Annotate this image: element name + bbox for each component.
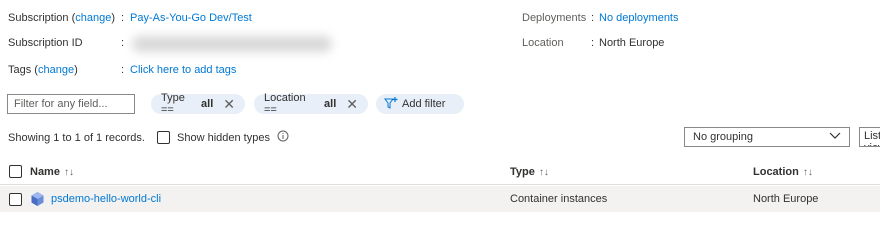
close-icon[interactable]: ✕ — [346, 97, 358, 111]
tags-label: Tags — [8, 64, 32, 76]
location-colon: : — [591, 37, 595, 49]
type-filter-prefix: Type == — [161, 92, 185, 116]
subscription-value-link[interactable]: Pay-As-You-Go Dev/Test — [130, 12, 252, 24]
container-instance-icon — [30, 191, 45, 210]
column-header-type-label: Type — [510, 166, 535, 178]
show-hidden-checkbox[interactable] — [157, 131, 170, 144]
tags-change-link[interactable]: change — [38, 64, 74, 76]
info-icon[interactable] — [277, 130, 289, 145]
deployments-link[interactable]: No deployments — [599, 12, 679, 24]
subscription-change-link[interactable]: change — [75, 12, 111, 24]
subscription-id-label: Subscription ID — [8, 37, 83, 49]
row-checkbox[interactable] — [9, 193, 22, 206]
subscription-colon: : — [121, 12, 125, 24]
add-filter-icon — [384, 96, 398, 112]
add-filter-button[interactable]: Add filter — [376, 94, 464, 114]
column-header-name-label: Name — [30, 166, 60, 178]
add-filter-label: Add filter — [402, 98, 446, 110]
location-label: Location — [522, 37, 564, 49]
location-filter-value: all — [324, 98, 337, 110]
add-tags-link[interactable]: Click here to add tags — [130, 64, 236, 76]
deployments-colon: : — [591, 12, 595, 24]
location-filter-pill[interactable]: Location == all ✕ — [254, 92, 368, 116]
view-button[interactable]: List view — [859, 127, 880, 147]
subscription-label: Subscription — [8, 12, 69, 24]
deployments-label: Deployments — [522, 12, 587, 24]
column-header-name[interactable]: Name ↑↓ — [30, 166, 74, 178]
column-header-type[interactable]: Type ↑↓ — [510, 166, 549, 178]
grouping-value: No grouping — [693, 131, 753, 143]
subscription-id-colon: : — [121, 37, 125, 49]
close-icon[interactable]: ✕ — [223, 97, 235, 111]
resource-type-cell: Container instances — [510, 193, 608, 205]
show-hidden-label: Show hidden types — [177, 132, 270, 144]
tags-colon: : — [121, 64, 125, 76]
filter-input[interactable] — [7, 94, 135, 114]
tags-row: Tags (change) — [8, 64, 78, 76]
location-filter-prefix: Location == — [264, 92, 306, 116]
sort-icon: ↑↓ — [538, 167, 549, 178]
resource-name-link[interactable]: psdemo-hello-world-cli — [51, 193, 161, 205]
location-value: North Europe — [599, 37, 665, 49]
resource-location-cell: North Europe — [753, 193, 819, 205]
grouping-select[interactable]: No grouping — [684, 127, 850, 147]
sort-icon: ↑↓ — [63, 167, 74, 178]
records-summary: Showing 1 to 1 of 1 records. — [8, 132, 145, 144]
column-header-location[interactable]: Location ↑↓ — [753, 166, 813, 178]
chevron-down-icon — [829, 131, 841, 143]
select-all-checkbox[interactable] — [9, 165, 22, 178]
sort-icon: ↑↓ — [802, 167, 813, 178]
type-filter-pill[interactable]: Type == all ✕ — [151, 92, 245, 116]
subscription-row: Subscription (change) — [8, 12, 116, 24]
table-header — [0, 160, 880, 185]
subscription-id-redacted — [132, 36, 332, 52]
type-filter-value: all — [201, 98, 214, 110]
column-header-location-label: Location — [753, 166, 799, 178]
